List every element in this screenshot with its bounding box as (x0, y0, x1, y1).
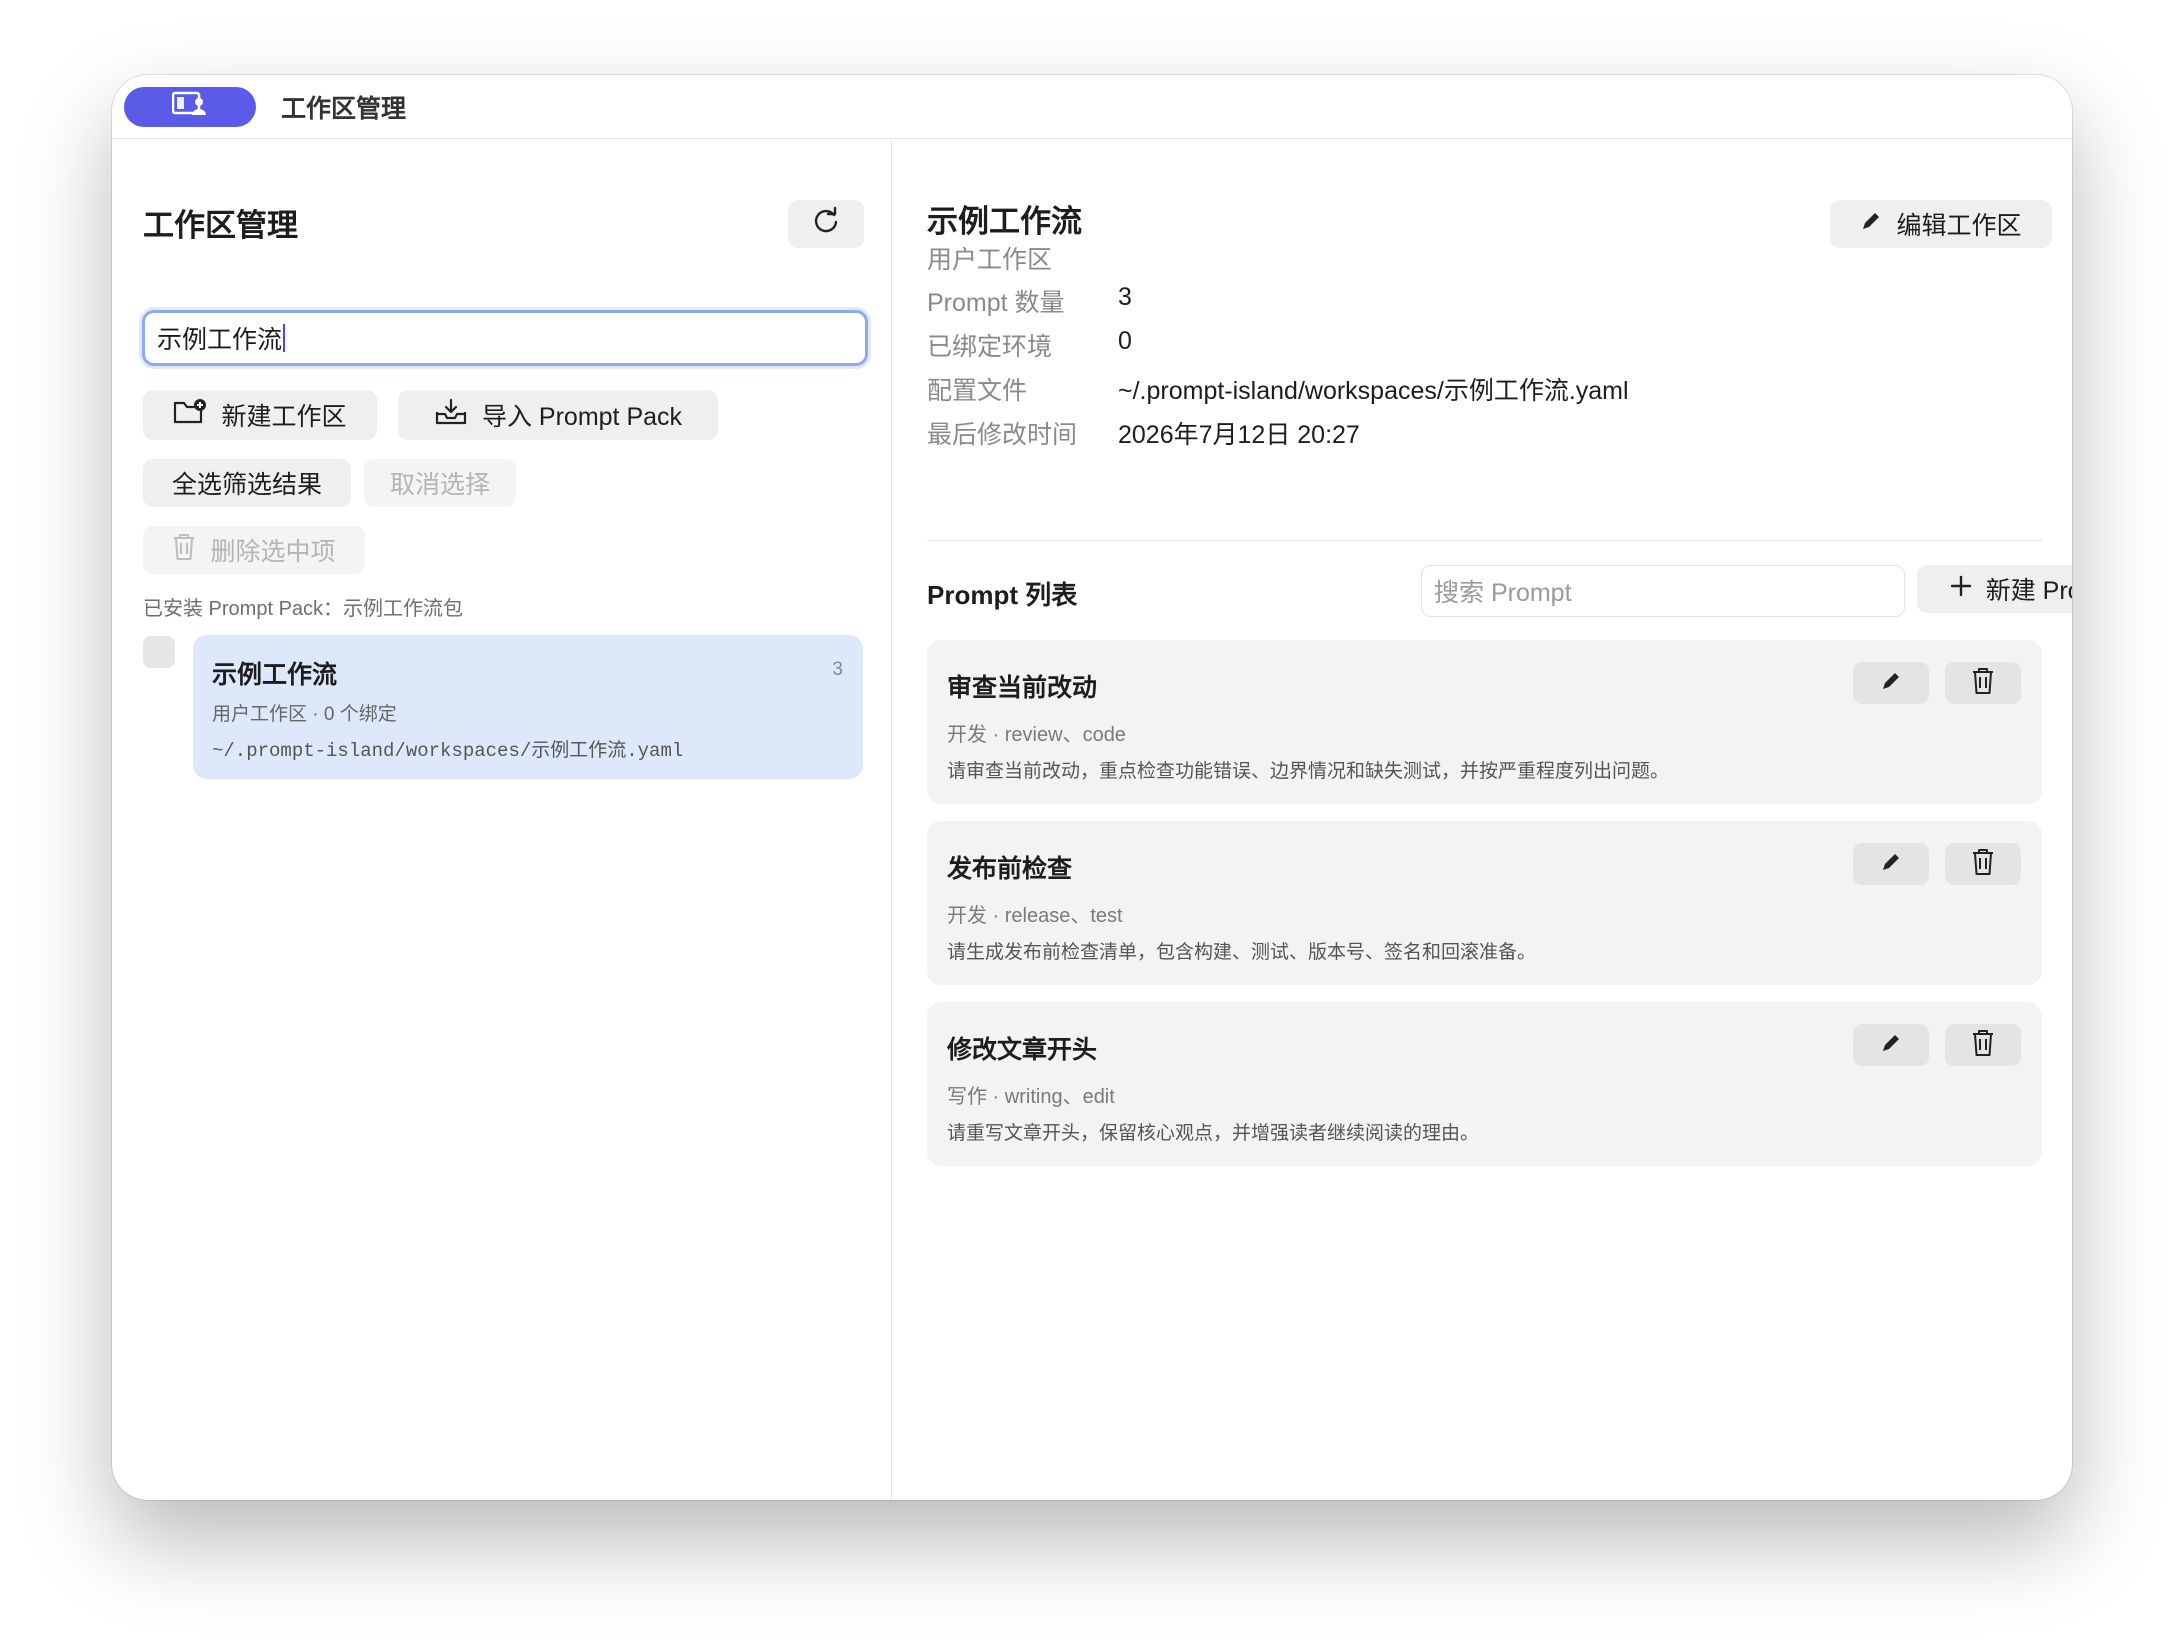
plus-icon (1950, 575, 1972, 604)
meta-value: ~/.prompt-island/workspaces/示例工作流.yaml (1118, 377, 1629, 405)
sidebar-heading: 工作区管理 (143, 208, 298, 243)
workspace-name: 示例工作流 (212, 661, 338, 689)
installed-pack-text: 已安装 Prompt Pack：示例工作流包 (143, 598, 464, 620)
import-tray-icon (434, 398, 468, 433)
workspace-select-checkbox[interactable] (143, 636, 175, 668)
prompt-title: 修改文章开头 (947, 1036, 1098, 1064)
prompt-tags: 开发 · release、test (947, 905, 1123, 927)
workspace-list-item[interactable]: 示例工作流 3 用户工作区 · 0 个绑定 ~/.prompt-island/w… (193, 635, 863, 779)
prompt-tags: 写作 · writing、edit (947, 1086, 1115, 1108)
meta-value: 2026年7月12日 20:27 (1118, 421, 1360, 449)
prompt-description: 请生成发布前检查清单，包含构建、测试、版本号、签名和回滚准备。 (947, 942, 1537, 963)
workspace-search-input[interactable]: 示例工作流 (142, 310, 868, 366)
edit-workspace-label: 编辑工作区 (1896, 212, 2022, 240)
edit-workspace-button[interactable]: 编辑工作区 (1830, 200, 2052, 248)
new-prompt-button[interactable]: 新建 Prompt (1917, 565, 2072, 613)
window-title: 工作区管理 (281, 94, 407, 123)
workspace-prompt-count: 3 (832, 659, 843, 680)
prompt-search-placeholder: 搜索 Prompt (1434, 579, 1572, 607)
prompt-description: 请重写文章开头，保留核心观点，并增强读者继续阅读的理由。 (947, 1123, 1480, 1144)
app-window: 工作区管理 工作区管理 示例工作流 新建工作区 导入 Prompt Pack 全… (112, 75, 2072, 1500)
trash-icon (1971, 848, 1995, 881)
workspace-path: ~/.prompt-island/workspaces/示例工作流.yaml (212, 740, 684, 762)
prompt-list-heading: Prompt 列表 (927, 580, 1078, 610)
new-workspace-label: 新建工作区 (221, 403, 347, 431)
import-pack-label: 导入 Prompt Pack (481, 403, 683, 431)
detail-title: 示例工作流 (927, 204, 1082, 239)
meta-key: 已绑定环境 (927, 333, 1053, 361)
text-caret (283, 324, 286, 352)
meta-key: Prompt 数量 (927, 289, 1065, 317)
delete-selected-label: 删除选中项 (210, 538, 336, 566)
prompt-card[interactable]: 审查当前改动 开发 · review、code 请审查当前改动，重点检查功能错误… (927, 640, 2042, 804)
pencil-icon (1860, 210, 1882, 239)
prompt-description: 请审查当前改动，重点检查功能错误、边界情况和缺失测试，并按严重程度列出问题。 (947, 761, 1670, 782)
delete-prompt-button[interactable] (1945, 843, 2021, 885)
meta-key: 最后修改时间 (927, 421, 1078, 449)
delete-prompt-button[interactable] (1945, 662, 2021, 704)
prompt-card[interactable]: 修改文章开头 写作 · writing、edit 请重写文章开头，保留核心观点，… (927, 1002, 2042, 1166)
edit-prompt-button[interactable] (1853, 662, 1929, 704)
search-input-value: 示例工作流 (157, 326, 283, 354)
edit-prompt-button[interactable] (1853, 843, 1929, 885)
prompt-title: 审查当前改动 (947, 674, 1098, 702)
workspace-user-icon (171, 91, 208, 122)
meta-value: 3 (1118, 283, 1132, 311)
workspace-sidebar: 工作区管理 示例工作流 新建工作区 导入 Prompt Pack 全选筛选结果 … (112, 140, 892, 1500)
pencil-icon (1880, 851, 1902, 878)
delete-selected-button[interactable]: 删除选中项 (143, 526, 365, 574)
detail-subtitle: 用户工作区 (927, 246, 1053, 274)
refresh-button[interactable] (788, 200, 864, 248)
trash-icon (1971, 667, 1995, 700)
new-prompt-label: 新建 Prompt (1985, 577, 2072, 605)
prompt-card[interactable]: 发布前检查 开发 · release、test 请生成发布前检查清单，包含构建、… (927, 821, 2042, 985)
refresh-icon (811, 206, 841, 243)
title-bar: 工作区管理 (112, 75, 2072, 139)
pencil-icon (1880, 670, 1902, 697)
pencil-icon (1880, 1032, 1902, 1059)
divider (927, 540, 2042, 541)
import-prompt-pack-button[interactable]: 导入 Prompt Pack (398, 390, 718, 440)
prompt-tags: 开发 · review、code (947, 724, 1126, 746)
prompt-search-input[interactable]: 搜索 Prompt (1421, 565, 1905, 617)
meta-value: 0 (1118, 327, 1132, 355)
trash-icon (1971, 1029, 1995, 1062)
delete-prompt-button[interactable] (1945, 1024, 2021, 1066)
select-all-filtered-button[interactable]: 全选筛选结果 (143, 459, 351, 507)
workspace-subtitle: 用户工作区 · 0 个绑定 (212, 704, 397, 725)
workspace-detail: 示例工作流 用户工作区 编辑工作区 Prompt 数量 3 已绑定环境 0 配置… (893, 140, 2072, 1500)
app-switcher-button[interactable] (124, 86, 256, 127)
folder-add-icon (173, 398, 207, 433)
edit-prompt-button[interactable] (1853, 1024, 1929, 1066)
meta-key: 配置文件 (927, 377, 1028, 405)
trash-icon (172, 533, 196, 568)
new-workspace-button[interactable]: 新建工作区 (143, 390, 377, 440)
prompt-title: 发布前检查 (947, 855, 1073, 883)
deselect-button[interactable]: 取消选择 (364, 459, 516, 507)
